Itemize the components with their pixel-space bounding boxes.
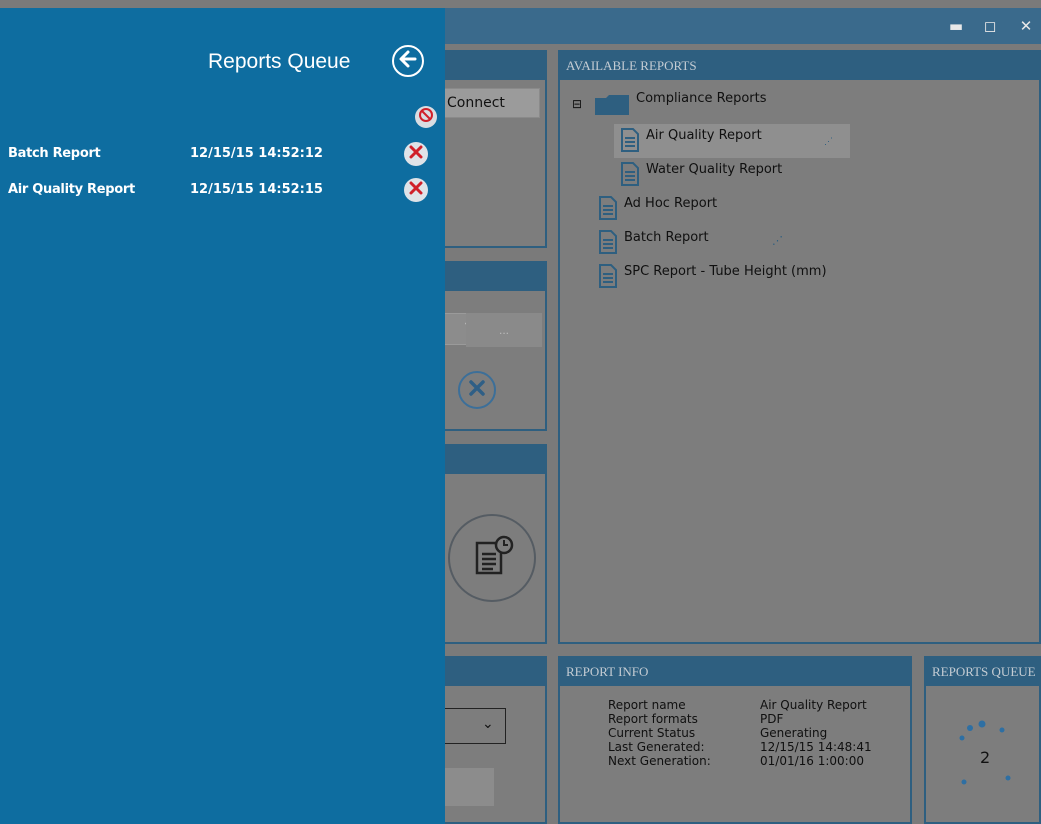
report-info-panel: REPORT INFO Report name Air Quality Repo…: [558, 656, 912, 824]
flyout-title: Reports Queue: [208, 50, 351, 73]
info-value: 01/01/16 1:00:00: [760, 754, 864, 768]
info-label: Report name: [608, 698, 686, 712]
close-window-button[interactable]: ✕: [1006, 8, 1041, 44]
tree-item-label: SPC Report - Tube Height (mm): [624, 263, 827, 279]
folder-icon: [594, 92, 630, 116]
info-value: Generating: [760, 726, 828, 740]
close-icon: [409, 181, 423, 199]
tree-item-water-quality[interactable]: Water Quality Report: [620, 162, 782, 186]
queue-item-time: 12/15/15 14:52:12: [190, 146, 323, 161]
tree-item-spc[interactable]: SPC Report - Tube Height (mm): [598, 264, 827, 288]
tree-item-label: Air Quality Report: [646, 127, 762, 143]
queue-item-name: Batch Report: [8, 146, 101, 161]
info-label: Current Status: [608, 726, 696, 740]
arrow-left-icon: [398, 49, 418, 74]
maximize-button[interactable]: ◻: [970, 8, 1010, 44]
tree-item-ad-hoc[interactable]: Ad Hoc Report: [598, 196, 717, 220]
queue-item-time: 12/15/15 14:52:15: [190, 182, 323, 197]
clear-queue-button[interactable]: [415, 106, 437, 128]
browse-button[interactable]: ...: [466, 313, 542, 347]
report-icon: [598, 264, 618, 288]
tree-item-air-quality[interactable]: Air Quality Report: [620, 128, 762, 152]
collapse-icon[interactable]: ⊟: [572, 97, 588, 111]
chevron-down-icon: ⌄: [482, 716, 494, 732]
report-icon: [598, 196, 618, 220]
connect-button[interactable]: Connect: [442, 88, 540, 118]
tree-folder-label: Compliance Reports: [636, 90, 767, 106]
info-label: Next Generation:: [608, 754, 711, 768]
info-value: PDF: [760, 712, 784, 726]
remove-queue-item-button[interactable]: [404, 178, 428, 202]
info-label: Last Generated:: [608, 740, 705, 754]
report-icon: [598, 230, 618, 254]
remove-queue-item-button[interactable]: [404, 142, 428, 166]
reports-queue-header: REPORTS QUEUE: [926, 658, 1039, 686]
back-button[interactable]: [392, 45, 424, 77]
scheduled-report-icon: [469, 533, 515, 584]
available-reports-panel: AVAILABLE REPORTS ⊟ Compliance Reports A…: [558, 50, 1041, 644]
schedule-report-button[interactable]: [448, 514, 536, 602]
tree-item-batch[interactable]: Batch Report: [598, 230, 709, 254]
available-reports-header: AVAILABLE REPORTS: [560, 52, 1039, 80]
loading-spinner-icon: ⋰: [772, 235, 783, 247]
queue-count: 2: [980, 748, 991, 767]
loading-spinner-icon: ⋰: [824, 136, 833, 146]
report-info-grid: Report name Air Quality Report Report fo…: [608, 698, 910, 768]
tree-item-label: Water Quality Report: [646, 161, 783, 177]
info-value: 12/15/15 14:48:41: [760, 740, 872, 754]
cancel-all-icon: [418, 107, 434, 128]
tree-folder-compliance[interactable]: ⊟ Compliance Reports: [572, 90, 767, 116]
report-info-header: REPORT INFO: [560, 658, 910, 686]
queue-item: Batch Report 12/15/15 14:52:12: [8, 142, 438, 166]
close-icon: [467, 378, 487, 403]
reports-queue-panel[interactable]: REPORTS QUEUE 2: [924, 656, 1041, 824]
queue-item-name: Air Quality Report: [8, 182, 135, 197]
tree-item-label: Ad Hoc Report: [624, 195, 718, 211]
report-icon: [620, 162, 640, 186]
report-icon: [620, 128, 640, 152]
queue-item: Air Quality Report 12/15/15 14:52:15: [8, 178, 438, 202]
remove-selection-button[interactable]: [458, 371, 496, 409]
info-value: Air Quality Report: [760, 698, 867, 712]
tree-item-label: Batch Report: [624, 229, 709, 245]
info-label: Report formats: [608, 712, 698, 726]
reports-queue-flyout: Reports Queue Batch Report 12/15/15 14:5…: [0, 8, 445, 824]
close-icon: [409, 145, 423, 163]
